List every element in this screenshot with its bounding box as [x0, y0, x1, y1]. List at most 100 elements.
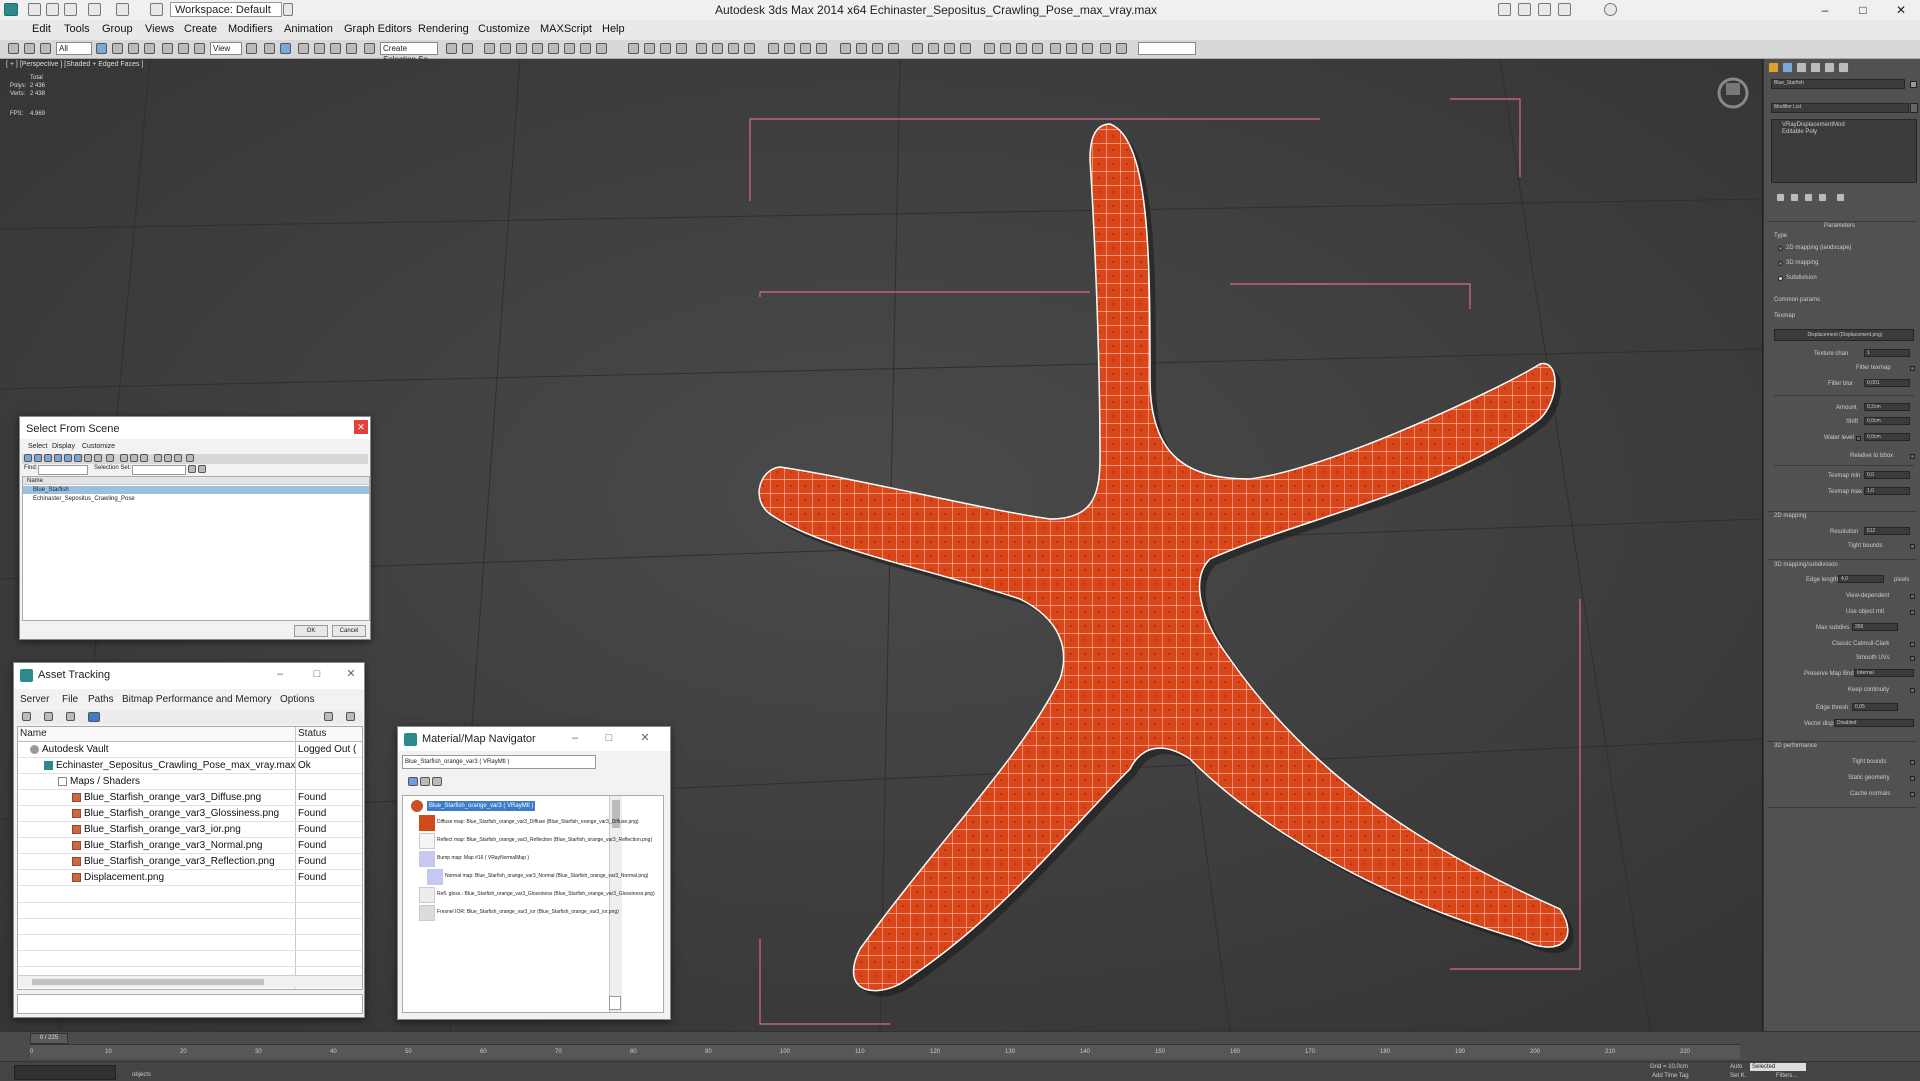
select-none-icon[interactable]: [130, 454, 138, 462]
asset-tracking-titlebar[interactable]: Asset Tracking – □ ✕: [14, 663, 364, 689]
modify-tab-icon[interactable]: [1782, 62, 1793, 73]
redo-icon[interactable]: [116, 3, 129, 16]
menu-views[interactable]: Views: [145, 23, 174, 35]
resolution-input[interactable]: 512: [1864, 527, 1910, 535]
vray-ipr-icon[interactable]: [1000, 43, 1011, 54]
list-item[interactable]: Blue_Starfish: [23, 486, 369, 494]
texmap-button[interactable]: Displacement (Displacement.png): [1774, 329, 1914, 341]
display-tab-icon[interactable]: [1824, 62, 1835, 73]
menu-file[interactable]: File: [62, 694, 78, 705]
help-icon[interactable]: [324, 712, 333, 721]
texmap-max-input[interactable]: 1,0: [1864, 487, 1910, 495]
help-icon[interactable]: [1604, 3, 1617, 16]
type-3d-mapping-radio[interactable]: [1778, 261, 1783, 266]
vray-plane-icon[interactable]: [744, 43, 755, 54]
menu-create[interactable]: Create: [184, 23, 217, 35]
table-row[interactable]: Blue_Starfish_orange_var3_Diffuse.png Fo…: [18, 790, 362, 806]
vray-fog-icon[interactable]: [944, 43, 955, 54]
filter-icon[interactable]: [164, 454, 172, 462]
table-row[interactable]: Blue_Starfish_orange_var3_Normal.png Fou…: [18, 838, 362, 854]
snap-toggle-icon[interactable]: [298, 43, 309, 54]
maximize-window-button[interactable]: □: [1848, 1, 1878, 19]
material-navigator-titlebar[interactable]: Material/Map Navigator – □ ✕: [398, 727, 670, 751]
vray-dome-icon[interactable]: [816, 43, 827, 54]
menu-edit[interactable]: Edit: [32, 23, 51, 35]
filter-texmap-checkbox[interactable]: [1910, 366, 1915, 371]
menu-server[interactable]: Server: [20, 694, 49, 705]
select-by-name-icon[interactable]: [112, 43, 123, 54]
binoculars-icon[interactable]: [1518, 3, 1531, 16]
find-input[interactable]: [38, 465, 88, 475]
vray-proxy-icon[interactable]: [768, 43, 779, 54]
reference-coord-dropdown[interactable]: View: [210, 42, 242, 55]
view-list-icon[interactable]: [408, 777, 418, 786]
vray-render-icon[interactable]: [984, 43, 995, 54]
display-xrefs-icon[interactable]: [94, 454, 102, 462]
render-setup-icon[interactable]: [564, 43, 575, 54]
amount-input[interactable]: 0,2cm: [1864, 403, 1910, 411]
type-2d-mapping-radio[interactable]: [1778, 246, 1783, 251]
menu-maxscript[interactable]: MAXScript: [540, 23, 592, 35]
texture-chan-input[interactable]: 1: [1864, 349, 1910, 357]
undo-icon[interactable]: [88, 3, 101, 16]
vray-frame-buffer-icon[interactable]: [644, 43, 655, 54]
column-status-header[interactable]: Status: [298, 728, 326, 739]
vray-scene-icon[interactable]: [676, 43, 687, 54]
close-icon[interactable]: ✕: [354, 420, 368, 434]
view-dependent-checkbox[interactable]: [1910, 594, 1915, 599]
schematic-view-icon[interactable]: [532, 43, 543, 54]
display-helpers-icon[interactable]: [64, 454, 72, 462]
modifier-list-dropdown[interactable]: Modifier List: [1771, 103, 1909, 113]
object-name-field[interactable]: Blue_Starfish: [1771, 79, 1905, 89]
menu-options[interactable]: Options: [280, 694, 314, 705]
vray-cloud-icon[interactable]: [1016, 43, 1027, 54]
motion-tab-icon[interactable]: [1810, 62, 1821, 73]
star-icon[interactable]: [1558, 3, 1571, 16]
render-production-icon[interactable]: [596, 43, 607, 54]
make-unique-icon[interactable]: [1804, 193, 1813, 202]
display-shapes-icon[interactable]: [34, 454, 42, 462]
ok-button[interactable]: OK: [294, 625, 328, 637]
sort-icon[interactable]: [154, 454, 162, 462]
vray-mesh-icon[interactable]: [728, 43, 739, 54]
menu-customize[interactable]: Customize: [478, 23, 530, 35]
angle-snap-icon[interactable]: [314, 43, 325, 54]
link-icon[interactable]: [8, 43, 19, 54]
display-groups-icon[interactable]: [84, 454, 92, 462]
menu-display[interactable]: Display: [52, 443, 75, 450]
tree-item-bump-map[interactable]: Bump map: Map #16 ( VRayNormalMap ): [437, 855, 529, 861]
stack-item-editable-poly[interactable]: Editable Poly: [1782, 129, 1817, 135]
edge-length-input[interactable]: 4,0: [1838, 575, 1884, 583]
timeline[interactable]: 0 / 225 0 10 20 30 40 50 60 70 80 90 100…: [0, 1031, 1920, 1062]
material-editor-icon[interactable]: [548, 43, 559, 54]
tight-bounds-2-checkbox[interactable]: [1910, 760, 1915, 765]
vray-sun-icon[interactable]: [800, 43, 811, 54]
vray-sky-icon[interactable]: [840, 43, 851, 54]
column-name-header[interactable]: Name: [20, 728, 47, 739]
vray-material-icon[interactable]: [912, 43, 923, 54]
open-file-icon[interactable]: [46, 3, 59, 16]
menu-customize[interactable]: Customize: [82, 443, 115, 450]
asset-path-field[interactable]: [17, 994, 363, 1014]
vray-ies-icon[interactable]: [872, 43, 883, 54]
selection-set-icon[interactable]: [188, 465, 196, 473]
close-button[interactable]: ✕: [634, 730, 656, 746]
workspace-dropdown[interactable]: Workspace: Default: [170, 2, 282, 17]
spinner-snap-icon[interactable]: [346, 43, 357, 54]
track-bar[interactable]: 0 10 20 30 40 50 60 70 80 90 100 110 120…: [30, 1044, 1740, 1059]
preserve-map-bnd-dropdown[interactable]: Internal: [1854, 669, 1914, 677]
tree-item-gloss-map[interactable]: Refl. gloss.: Blue_Starfish_orange_var3_…: [437, 891, 655, 897]
named-selection-dropdown[interactable]: Create Selection Se: [380, 42, 438, 64]
menu-modifiers[interactable]: Modifiers: [228, 23, 273, 35]
list-options-icon[interactable]: [186, 454, 194, 462]
menu-graph-editors[interactable]: Graph Editors: [344, 23, 412, 35]
table-row[interactable]: Displacement.png Found: [18, 870, 362, 886]
vector-disp-dropdown[interactable]: Disabled: [1834, 719, 1914, 727]
selection-filter-dropdown[interactable]: All: [56, 42, 92, 55]
display-lights-icon[interactable]: [44, 454, 52, 462]
vray-sphere-icon[interactable]: [712, 43, 723, 54]
menu-rendering[interactable]: Rendering: [418, 23, 469, 35]
extra-tool-3-icon[interactable]: [1082, 43, 1093, 54]
curve-editor-icon[interactable]: [516, 43, 527, 54]
unlink-icon[interactable]: [24, 43, 35, 54]
